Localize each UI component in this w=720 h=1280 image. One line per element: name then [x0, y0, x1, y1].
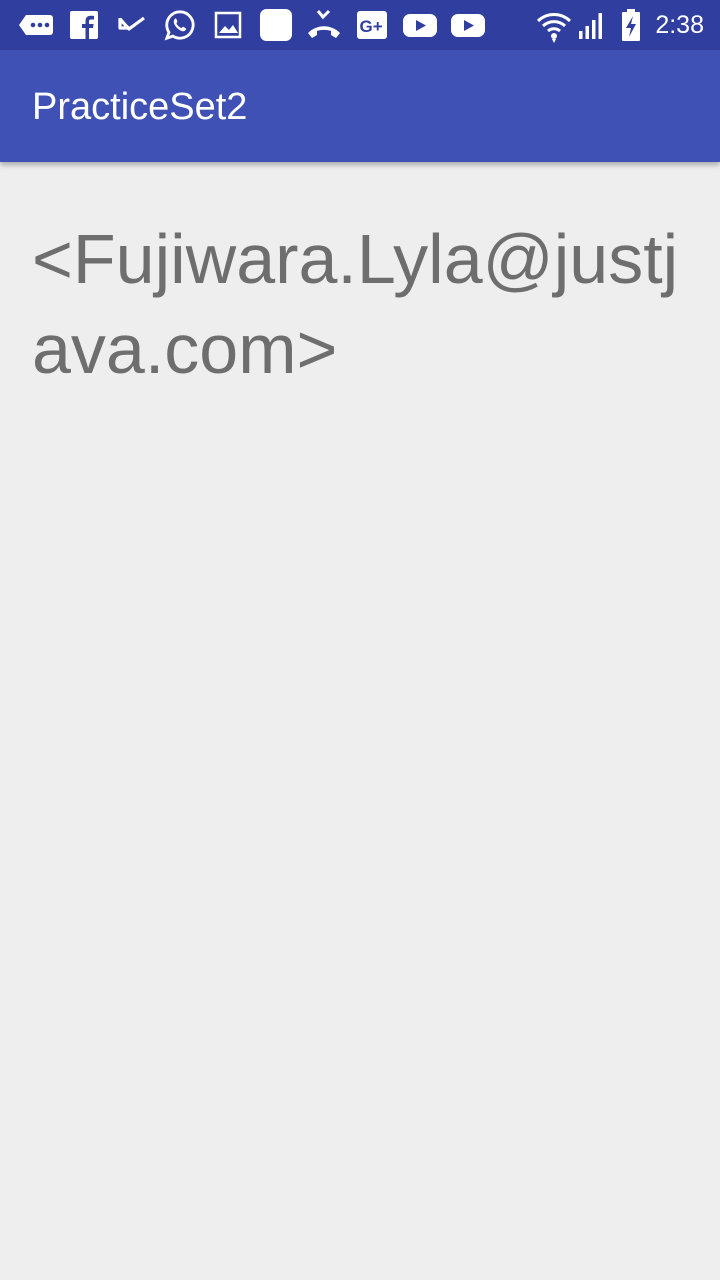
whatsapp-icon — [163, 9, 197, 41]
facebook-icon — [70, 9, 98, 41]
missed-call-icon — [117, 9, 147, 41]
signal-icon — [577, 9, 605, 41]
svg-text:G+: G+ — [360, 17, 383, 36]
youtube-icon — [402, 9, 438, 41]
app-title: PracticeSet2 — [32, 86, 248, 128]
battery-charging-icon — [620, 9, 644, 41]
google-plus-icon: G+ — [357, 9, 387, 41]
youtube-icon — [450, 9, 486, 41]
main-content: <Fujiwara.Lyla@justjava.com> — [0, 162, 720, 1280]
email-text: <Fujiwara.Lyla@justjava.com> — [32, 220, 679, 388]
messages-icon — [18, 9, 54, 41]
image-icon — [214, 9, 242, 41]
app-icon — [259, 9, 293, 41]
app-bar: PracticeSet2 — [0, 50, 720, 162]
wifi-icon — [536, 9, 572, 43]
phone-missed-icon — [306, 9, 342, 41]
clock-time: 2:38 — [655, 11, 704, 39]
status-bar: G+ 2:38 — [0, 0, 720, 50]
